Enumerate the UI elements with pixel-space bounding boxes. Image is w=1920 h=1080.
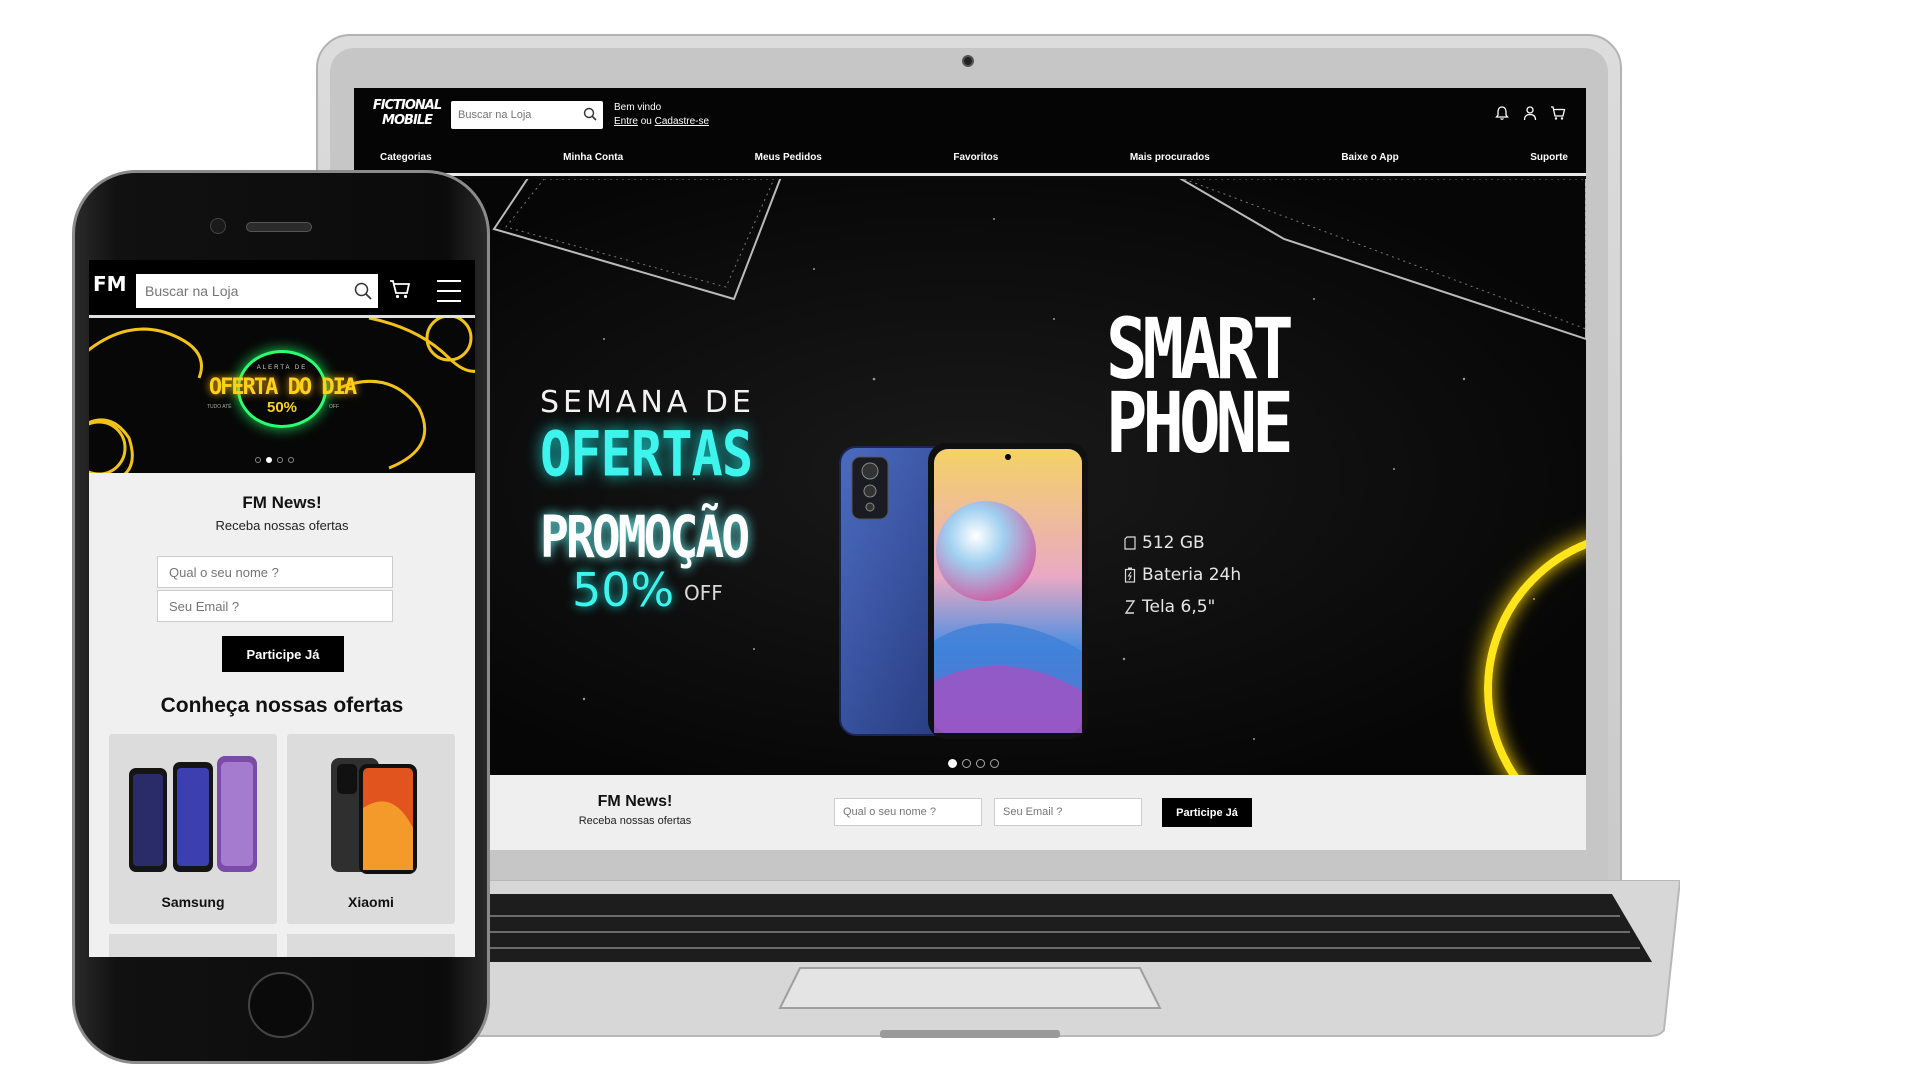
- xiaomi-phones-image: [331, 758, 417, 874]
- or-text: ou: [640, 116, 652, 127]
- mobile-search-box: [136, 274, 378, 308]
- battery-icon: [1124, 567, 1136, 583]
- samsung-phones-image: [129, 756, 257, 872]
- bell-icon[interactable]: [1494, 105, 1510, 121]
- carousel-dot[interactable]: [976, 759, 985, 768]
- newsletter-submit-button[interactable]: Participe Já: [1162, 798, 1252, 827]
- mobile-newsletter-name-field[interactable]: [157, 556, 393, 588]
- brand-card-label: Samsung: [161, 894, 225, 910]
- nav-meus-pedidos[interactable]: Meus Pedidos: [755, 146, 822, 170]
- hero-ofertas-text: OFERTAS: [540, 419, 753, 491]
- hamburger-menu-icon[interactable]: [437, 280, 461, 302]
- mobile-search-input[interactable]: [136, 274, 346, 308]
- mobile-newsletter-title: FM News!: [242, 493, 322, 512]
- spec-battery-label: Bateria 24h: [1142, 565, 1242, 585]
- hero-phone-line: PHONE: [1106, 374, 1294, 472]
- site-logo[interactable]: FICTIONAL MOBILE: [372, 98, 442, 134]
- hero-semana-text: SEMANA DE: [540, 385, 755, 420]
- carousel-dot[interactable]: [277, 457, 283, 463]
- nav-suporte[interactable]: Suporte: [1530, 146, 1568, 170]
- phone-front-camera: [210, 218, 226, 234]
- cart-icon[interactable]: [1550, 105, 1566, 121]
- mobile-logo[interactable]: FM: [93, 272, 129, 308]
- hero-specs: 512 GB Bateria 24h Tela 6,5": [1124, 527, 1241, 623]
- smartphone-image: [839, 443, 1088, 739]
- brand-card-partial[interactable]: [109, 934, 277, 957]
- brand-card-xiaomi[interactable]: Xiaomi: [287, 734, 455, 924]
- brand-card-samsung[interactable]: Samsung: [109, 734, 277, 924]
- hero-carousel-dots: [948, 759, 999, 768]
- brand-card-partial[interactable]: [287, 934, 455, 957]
- newsletter-email-field[interactable]: [994, 798, 1142, 826]
- mobile-newsletter-email-field[interactable]: [157, 590, 393, 622]
- newsletter-title: FM News!: [597, 793, 673, 810]
- mobile-newsletter-submit-button[interactable]: Participe Já: [222, 636, 344, 672]
- spec-storage: 512 GB: [1124, 527, 1241, 559]
- laptop-screen: FICTIONAL MOBILE Bem vindo Entre ou Cada…: [354, 88, 1586, 850]
- search-icon[interactable]: [354, 282, 372, 305]
- spec-battery: Bateria 24h: [1124, 559, 1241, 591]
- mobile-header: FM: [89, 260, 475, 318]
- phone-screen: FM Buscar na Loja ALERTA DE OFERTA DO DI…: [89, 260, 475, 957]
- nav-minha-conta[interactable]: Minha Conta: [563, 146, 623, 170]
- phone-speaker: [246, 222, 312, 232]
- carousel-dot[interactable]: [990, 759, 999, 768]
- hero-off-text: OFF: [684, 581, 723, 605]
- newsletter-subtitle: Receba nossas ofertas: [578, 815, 692, 827]
- cart-icon[interactable]: [389, 279, 411, 304]
- spec-storage-label: 512 GB: [1142, 533, 1205, 553]
- mobile-promo-banner[interactable]: ALERTA DE OFERTA DO DIA 50% TUDO ATÉ OFF: [89, 318, 475, 473]
- search-box: [451, 101, 603, 129]
- hero-banner[interactable]: SEMANA DE OFERTAS PROMOÇÃO 50% OFF SMART…: [354, 179, 1586, 775]
- offer-title-text: OFERTA DO DIA: [208, 375, 357, 400]
- spec-screen: Tela 6,5": [1124, 591, 1241, 623]
- newsletter-name-field[interactable]: [834, 798, 982, 826]
- hero-promocao-text: PROMOÇÃO: [540, 504, 750, 572]
- offers-section-title: Conheça nossas ofertas: [160, 694, 404, 717]
- carousel-dot[interactable]: [948, 759, 957, 768]
- laptop-camera: [962, 55, 974, 67]
- welcome-line: Bem vindo: [614, 102, 662, 113]
- offer-alerta-text: ALERTA DE: [256, 365, 308, 371]
- offer-tudo-text: TUDO ATÉ: [207, 404, 232, 410]
- header-icons: [1494, 105, 1566, 121]
- hero-percent-text: 50%: [572, 563, 675, 617]
- search-input[interactable]: [451, 101, 577, 129]
- nav-favoritos[interactable]: Favoritos: [953, 146, 998, 170]
- logo-line-2: MOBILE: [382, 113, 433, 128]
- logo-line-1: FICTIONAL: [372, 98, 442, 113]
- offer-percent-text: 50%: [266, 399, 298, 416]
- mockup-stage: FICTIONAL MOBILE Bem vindo Entre ou Cada…: [0, 0, 1920, 1080]
- hero-smartphone-title: SMART PHONE: [1106, 307, 1294, 472]
- offer-off-text: OFF: [329, 404, 339, 410]
- screen-size-icon: [1124, 600, 1136, 614]
- site-header: FICTIONAL MOBILE Bem vindo Entre ou Cada…: [354, 88, 1586, 176]
- carousel-dot[interactable]: [962, 759, 971, 768]
- mobile-newsletter-subtitle: Receba nossas ofertas: [215, 518, 349, 533]
- login-link[interactable]: Entre: [614, 116, 638, 127]
- mobile-carousel-dots: [255, 457, 294, 463]
- signup-link[interactable]: Cadastre-se: [655, 116, 709, 127]
- spec-screen-label: Tela 6,5": [1142, 597, 1216, 617]
- user-icon[interactable]: [1522, 105, 1538, 121]
- carousel-dot[interactable]: [255, 457, 261, 463]
- search-icon[interactable]: [583, 107, 597, 126]
- nav-categorias[interactable]: Categorias: [380, 146, 432, 170]
- newsletter-bar: FM News! Receba nossas ofertas Participe…: [354, 775, 1586, 850]
- carousel-dot[interactable]: [266, 457, 272, 463]
- brand-card-label: Xiaomi: [348, 894, 394, 910]
- phone-home-button[interactable]: [248, 972, 314, 1038]
- carousel-dot[interactable]: [288, 457, 294, 463]
- nav-mais-procurados[interactable]: Mais procurados: [1130, 146, 1210, 170]
- welcome-text: Bem vindo Entre ou Cadastre-se: [614, 101, 709, 129]
- sd-card-icon: [1124, 536, 1136, 550]
- main-nav: Categorias Minha Conta Meus Pedidos Favo…: [354, 146, 1586, 170]
- nav-baixe-o-app[interactable]: Baixe o App: [1341, 146, 1398, 170]
